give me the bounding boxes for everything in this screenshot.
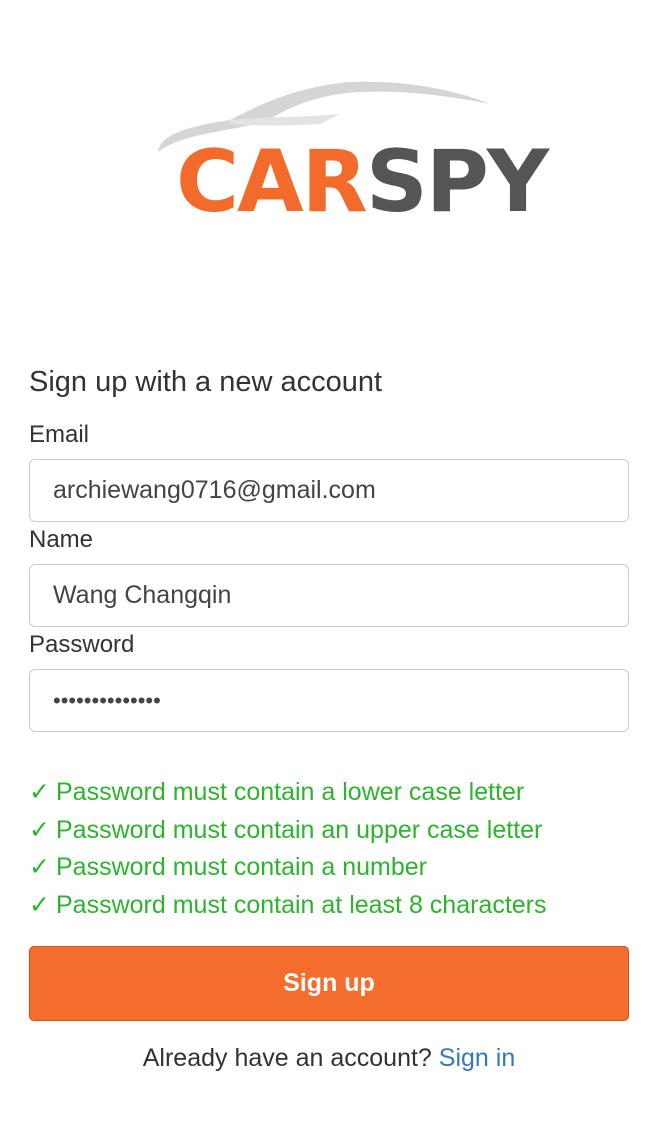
- rule-number: ✓ Password must contain a number: [29, 849, 629, 887]
- signup-button[interactable]: Sign up: [29, 946, 629, 1021]
- rule-lowercase: ✓ Password must contain a lower case lett…: [29, 774, 629, 812]
- name-label: Name: [29, 526, 94, 553]
- password-field[interactable]: ••••••••••••••: [29, 669, 629, 732]
- check-icon: ✓: [29, 853, 50, 881]
- check-icon: ✓: [29, 815, 50, 844]
- check-icon: ✓: [29, 890, 50, 919]
- check-icon: ✓: [29, 778, 50, 806]
- email-field[interactable]: archiewang0716@gmail.com: [29, 459, 629, 522]
- rule-uppercase: ✓ Password must contain an upper case let…: [29, 812, 629, 850]
- email-label: Email: [29, 421, 90, 448]
- email-group: Email archiewang0716@gmail.com: [29, 420, 629, 522]
- rule-length: ✓ Password must contain at least 8 charac…: [29, 887, 629, 925]
- signup-form: Sign up with a new account Email archiew…: [29, 362, 629, 1075]
- signin-prompt: Already have an account? Sign in: [29, 1041, 629, 1075]
- carspy-logo: CARSPY: [150, 74, 549, 234]
- signin-prompt-text: Already have an account?: [142, 1044, 432, 1072]
- rule-text: Password must contain an upper case lett…: [56, 815, 543, 844]
- name-group: Name Wang Changqin: [29, 525, 629, 627]
- rule-text: Password must contain a number: [56, 853, 428, 881]
- signin-link[interactable]: Sign in: [439, 1044, 515, 1072]
- logo-text-car: CAR: [176, 132, 368, 232]
- password-label: Password: [29, 631, 135, 658]
- logo-text-spy: SPY: [365, 132, 549, 232]
- name-field[interactable]: Wang Changqin: [29, 564, 629, 627]
- password-rules: ✓ Password must contain a lower case lett…: [29, 774, 629, 924]
- rule-text: Password must contain a lower case lette…: [56, 778, 525, 806]
- rule-text: Password must contain at least 8 charact…: [56, 890, 547, 919]
- password-group: Password ••••••••••••••: [29, 630, 629, 732]
- form-heading: Sign up with a new account: [29, 366, 383, 398]
- logo-wordmark: CARSPY: [176, 132, 549, 232]
